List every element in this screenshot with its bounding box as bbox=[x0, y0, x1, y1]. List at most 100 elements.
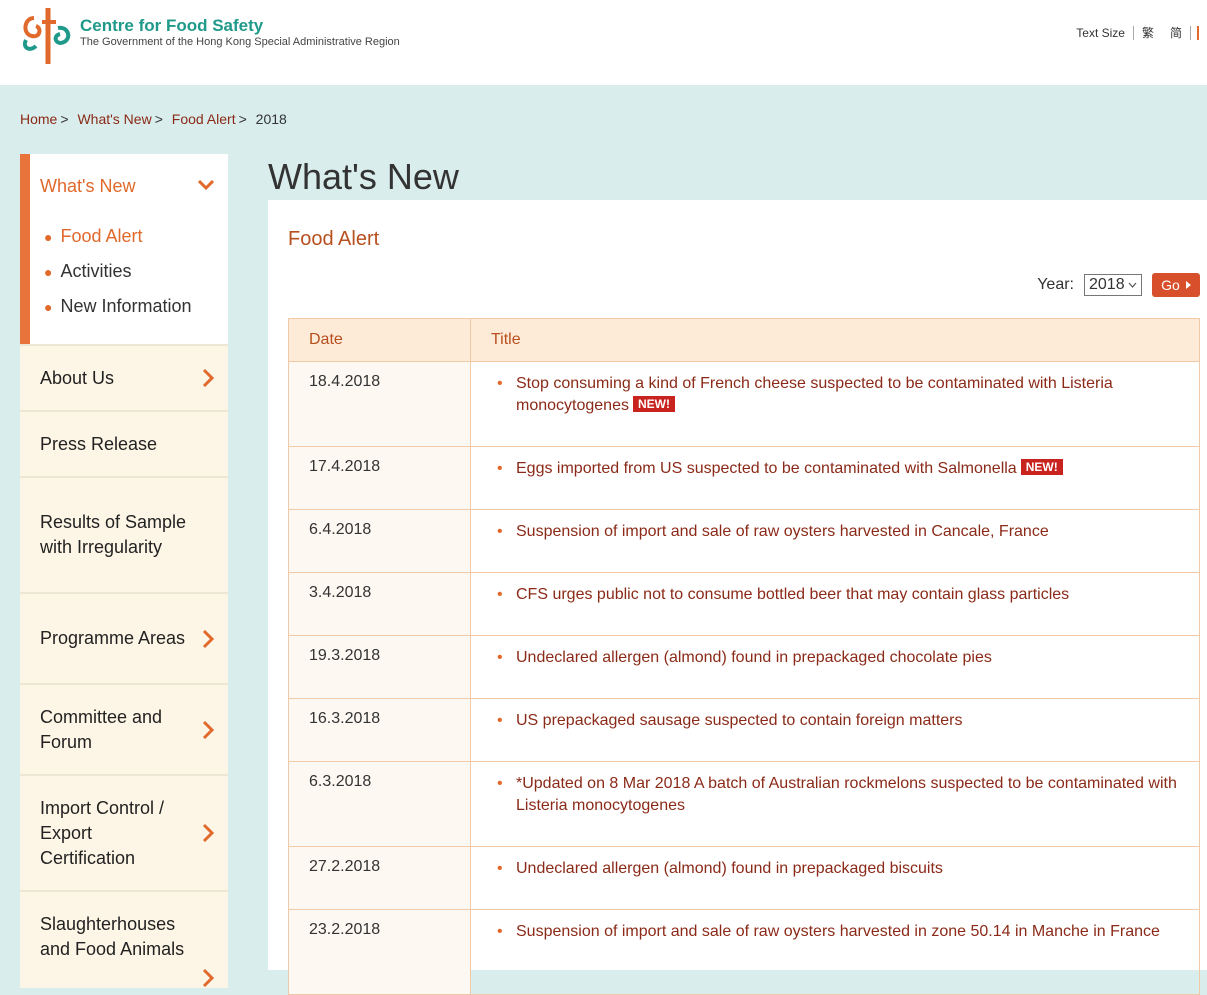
page-title: What's New bbox=[268, 156, 459, 197]
org-subtitle: The Government of the Hong Kong Special … bbox=[80, 36, 400, 48]
alert-title-cell: • Undeclared allergen (almond) found in p… bbox=[470, 846, 1200, 910]
sidebar-item-import-control[interactable]: Import Control / Export Certification bbox=[20, 774, 228, 890]
alert-title: Undeclared allergen (almond) found in pr… bbox=[516, 860, 943, 877]
bullet-icon: ● bbox=[44, 229, 53, 245]
breadcrumb-separator: > bbox=[238, 111, 247, 127]
sidebar-sub-label: Food Alert bbox=[60, 226, 143, 246]
alert-date: 17.4.2018 bbox=[288, 446, 471, 510]
alert-title: Eggs imported from US suspected to be co… bbox=[516, 460, 1017, 477]
sidebar-item-label: Results of Sample with Irregularity bbox=[40, 512, 187, 557]
alert-date: 16.3.2018 bbox=[288, 698, 471, 762]
bullet-icon: • bbox=[497, 775, 503, 792]
alert-title-cell: • US prepackaged sausage suspected to con… bbox=[470, 698, 1200, 762]
site-header: Centre for Food Safety The Government of… bbox=[0, 0, 1207, 70]
alert-link[interactable]: • Stop consuming a kind of French cheese … bbox=[497, 373, 1179, 417]
sidebar-item-committee-and-forum[interactable]: Committee and Forum bbox=[20, 683, 228, 774]
alert-title-cell: • Suspension of import and sale of raw oy… bbox=[470, 509, 1200, 573]
lang-traditional-link[interactable]: 繁 bbox=[1134, 24, 1162, 41]
sidebar-item-programme-areas[interactable]: Programme Areas bbox=[20, 592, 228, 683]
alert-date: 3.4.2018 bbox=[288, 572, 471, 636]
year-select[interactable]: 2018 bbox=[1084, 274, 1142, 296]
alert-link[interactable]: • CFS urges public not to consume bottled… bbox=[497, 584, 1179, 606]
alert-title: US prepackaged sausage suspected to cont… bbox=[516, 712, 963, 729]
alert-title-cell: • Undeclared allergen (almond) found in p… bbox=[470, 635, 1200, 699]
play-arrow-icon bbox=[1185, 281, 1191, 289]
chevron-right-icon bbox=[202, 823, 214, 843]
breadcrumb: Home > What's New > Food Alert > 2018 bbox=[20, 111, 287, 127]
alert-title: *Updated on 8 Mar 2018 A batch of Austra… bbox=[516, 775, 1177, 814]
table-row: 3.4.2018 • CFS urges public not to consum… bbox=[288, 572, 1200, 636]
breadcrumb-current: 2018 bbox=[255, 111, 287, 127]
table-row: 19.3.2018 • Undeclared allergen (almond) … bbox=[288, 635, 1200, 699]
sidebar-item-slaughterhouses[interactable]: Slaughterhouses and Food Animals bbox=[20, 890, 228, 988]
alert-link[interactable]: • *Updated on 8 Mar 2018 A batch of Austr… bbox=[497, 773, 1179, 817]
table-row: 23.2.2018 • Suspension of import and sale… bbox=[288, 909, 1200, 995]
org-name[interactable]: Centre for Food Safety bbox=[80, 16, 263, 36]
alert-link[interactable]: • Undeclared allergen (almond) found in p… bbox=[497, 858, 1179, 880]
text-size-link[interactable]: Text Size bbox=[1068, 26, 1133, 40]
sidebar-item-label: Committee and Forum bbox=[40, 706, 163, 752]
bullet-icon: • bbox=[497, 523, 503, 540]
bullet-icon: • bbox=[497, 586, 503, 603]
alert-date: 27.2.2018 bbox=[288, 846, 471, 910]
breadcrumb-food-alert[interactable]: Food Alert bbox=[172, 111, 236, 127]
sidebar-item-label: Import Control / Export Certification bbox=[40, 797, 165, 868]
lang-simplified-link[interactable]: 简 bbox=[1162, 24, 1190, 41]
sidebar-item-results-of-sample[interactable]: Results of Sample with Irregularity bbox=[20, 476, 228, 592]
alert-title: Stop consuming a kind of French cheese s… bbox=[516, 375, 1113, 414]
sidebar-active-title[interactable]: What's New bbox=[40, 176, 135, 197]
table-header-row: Date Title bbox=[288, 318, 1200, 362]
bullet-icon: • bbox=[497, 649, 503, 666]
alert-title: Suspension of import and sale of raw oys… bbox=[516, 523, 1049, 540]
alert-link[interactable]: • Suspension of import and sale of raw oy… bbox=[497, 921, 1179, 943]
chevron-down-icon[interactable] bbox=[198, 180, 214, 190]
alert-link[interactable]: • US prepackaged sausage suspected to con… bbox=[497, 710, 1179, 732]
search-icon[interactable] bbox=[1197, 25, 1207, 40]
table-row: 17.4.2018 • Eggs imported from US suspect… bbox=[288, 446, 1200, 510]
table-row: 27.2.2018 • Undeclared allergen (almond) … bbox=[288, 846, 1200, 910]
sidebar-sub-label: Activities bbox=[60, 261, 132, 281]
sidebar-item-label: About Us bbox=[40, 367, 115, 388]
alert-link[interactable]: • Suspension of import and sale of raw oy… bbox=[497, 521, 1179, 543]
sidebar-sub-item-new-information[interactable]: ● New Information bbox=[44, 294, 192, 329]
alert-date: 6.4.2018 bbox=[288, 509, 471, 573]
year-label: Year: bbox=[1037, 276, 1074, 293]
table-row: 6.4.2018 • Suspension of import and sale … bbox=[288, 509, 1200, 573]
sidebar-item-label: Press Release bbox=[40, 433, 158, 454]
year-select-value: 2018 bbox=[1089, 276, 1125, 293]
sidebar-item-press-release[interactable]: Press Release bbox=[20, 410, 228, 476]
bullet-icon: • bbox=[497, 923, 503, 940]
header-band bbox=[0, 64, 1207, 85]
column-header-date: Date bbox=[288, 318, 471, 362]
bullet-icon: ● bbox=[44, 264, 53, 280]
breadcrumb-separator: > bbox=[60, 111, 69, 127]
go-button[interactable]: Go bbox=[1152, 273, 1200, 297]
alert-date: 19.3.2018 bbox=[288, 635, 471, 699]
alert-title-cell: • *Updated on 8 Mar 2018 A batch of Austr… bbox=[470, 761, 1200, 847]
alert-title: CFS urges public not to consume bottled … bbox=[516, 586, 1070, 603]
alert-date: 6.3.2018 bbox=[288, 761, 471, 847]
content-panel: Food Alert Year: 2018 Go Date Title 18.4… bbox=[268, 200, 1207, 995]
food-alert-table: Date Title 18.4.2018 • Stop consuming a k… bbox=[288, 318, 1200, 995]
bullet-icon: • bbox=[497, 375, 503, 392]
new-badge: NEW! bbox=[632, 396, 675, 412]
bullet-icon: • bbox=[497, 460, 503, 477]
table-row: 16.3.2018 • US prepackaged sausage suspec… bbox=[288, 698, 1200, 762]
table-row: 6.3.2018 • *Updated on 8 Mar 2018 A batch… bbox=[288, 761, 1200, 847]
bullet-icon: • bbox=[497, 860, 503, 877]
alert-title-cell: • Stop consuming a kind of French cheese … bbox=[470, 361, 1200, 447]
alert-link[interactable]: • Undeclared allergen (almond) found in p… bbox=[497, 647, 1179, 669]
sidebar-item-about-us[interactable]: About Us bbox=[20, 344, 228, 410]
sidebar-nav: What's New ● Food Alert ● Activities ● New … bbox=[20, 154, 228, 988]
breadcrumb-whats-new[interactable]: What's New bbox=[77, 111, 151, 127]
breadcrumb-home[interactable]: Home bbox=[20, 111, 57, 127]
alert-title-cell: • Suspension of import and sale of raw oy… bbox=[470, 909, 1200, 995]
top-tools: Text Size 繁 简 bbox=[1068, 24, 1207, 41]
sidebar-sub-item-food-alert[interactable]: ● Food Alert bbox=[44, 224, 192, 259]
cfs-logo-icon[interactable] bbox=[20, 4, 74, 70]
go-button-label: Go bbox=[1161, 277, 1180, 293]
column-header-title: Title bbox=[470, 318, 1200, 362]
alert-link[interactable]: • Eggs imported from US suspected to be c… bbox=[497, 458, 1179, 480]
sidebar-sub-item-activities[interactable]: ● Activities bbox=[44, 259, 192, 294]
chevron-right-icon bbox=[202, 368, 214, 388]
